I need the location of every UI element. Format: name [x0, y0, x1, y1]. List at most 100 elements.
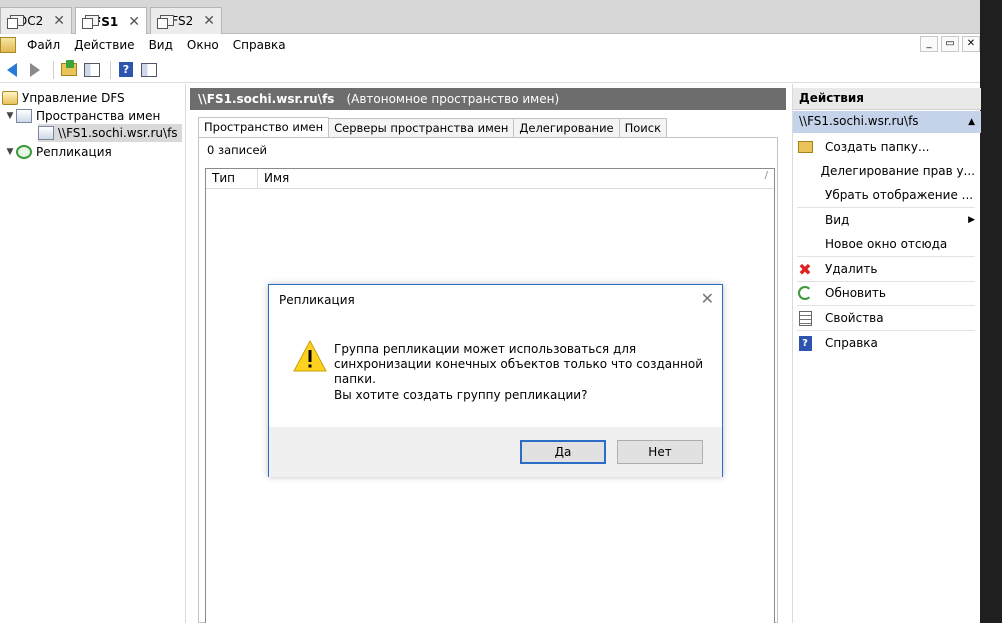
action-help[interactable]: ? Справка — [797, 332, 975, 354]
refresh-icon — [797, 285, 813, 301]
vm-tab-dc2[interactable]: DC2 ✕ — [0, 7, 72, 34]
details-tabs: Пространство имен Серверы пространства и… — [198, 117, 668, 139]
tab-delegation[interactable]: Делегирование — [513, 118, 620, 138]
action-delete[interactable]: ✖ Удалить — [797, 258, 975, 280]
action-hide-namespace[interactable]: Убрать отображение ... — [797, 184, 975, 206]
action-separator — [797, 330, 975, 331]
menu-view[interactable]: Вид — [142, 38, 180, 52]
minimize-button[interactable]: _ — [920, 36, 938, 52]
help-icon: ? — [797, 335, 813, 351]
action-separator — [797, 207, 975, 208]
action-label: Новое окно отсюда — [825, 237, 948, 251]
menu-file[interactable]: Файл — [20, 38, 67, 52]
forward-arrow-icon — [30, 62, 40, 77]
tree-node-replication[interactable]: ▼ Репликация — [4, 143, 112, 161]
column-type[interactable]: Тип — [206, 169, 258, 188]
vm-icon — [7, 14, 24, 29]
namespace-icon — [38, 126, 54, 140]
vm-tab-strip: DC2 ✕ FS1 ✕ FS2 ✕ — [0, 0, 1002, 35]
column-name[interactable]: Имя — [258, 169, 774, 188]
actions-section-label: \\FS1.sochi.wsr.ru\fs — [799, 114, 919, 128]
action-pane-icon — [141, 62, 157, 77]
tree-node-label: Репликация — [36, 145, 112, 159]
help-button[interactable]: ? — [116, 60, 136, 80]
action-label: Обновить — [825, 286, 886, 300]
tree-node-dfs-management[interactable]: Управление DFS — [2, 89, 125, 107]
tree-node-label: Пространства имен — [36, 109, 161, 123]
action-label: Убрать отображение ... — [825, 188, 974, 202]
namespaces-icon — [16, 109, 32, 123]
menu-action[interactable]: Действие — [67, 38, 141, 52]
window-controls: _ ▭ ✕ — [917, 36, 980, 52]
console-tree-icon — [84, 62, 100, 77]
tab-search[interactable]: Поиск — [618, 118, 668, 138]
replication-dialog: Репликация ✕ Группа репликации может исп… — [268, 284, 723, 477]
tree-node-namespaces[interactable]: ▼ Пространства имен — [4, 107, 160, 125]
dialog-title: Репликация — [279, 293, 355, 307]
vm-icon — [82, 15, 100, 29]
close-icon[interactable]: ✕ — [53, 13, 65, 29]
actions-section-header[interactable]: \\FS1.sochi.wsr.ru\fs ▲ — [793, 111, 981, 133]
tree-node-label: Управление DFS — [22, 91, 125, 105]
warning-icon — [293, 340, 327, 372]
vm-tab-label: FS2 — [171, 14, 194, 28]
action-label: Свойства — [825, 311, 884, 325]
submenu-arrow-icon: ▶ — [968, 215, 975, 225]
action-new-folder[interactable]: Создать папку... — [797, 136, 975, 158]
action-properties[interactable]: Свойства — [797, 307, 975, 329]
action-view[interactable]: Вид ▶ — [797, 209, 975, 231]
tree-node-namespace-fs[interactable]: \\FS1.sochi.wsr.ru\fs — [38, 124, 182, 142]
restore-button[interactable]: ▭ — [941, 36, 959, 52]
chevron-down-icon[interactable]: ▼ — [4, 111, 16, 121]
action-separator — [797, 256, 975, 257]
vm-icon — [157, 14, 175, 29]
yes-button[interactable]: Да — [520, 440, 606, 464]
action-delegate[interactable]: Делегирование прав у... — [797, 160, 975, 182]
tree-node-label: \\FS1.sochi.wsr.ru\fs — [58, 126, 178, 140]
tab-namespace[interactable]: Пространство имен — [198, 117, 330, 138]
console-tree: Управление DFS ▼ Пространства имен \\FS1… — [0, 84, 186, 623]
new-folder-icon — [797, 139, 813, 155]
vm-tab-fs2[interactable]: FS2 ✕ — [150, 7, 222, 34]
menu-help[interactable]: Справка — [226, 38, 293, 52]
vm-tab-fs1[interactable]: FS1 ✕ — [75, 7, 147, 35]
dialog-message: Группа репликации может использоваться д… — [334, 342, 703, 386]
action-label: Справка — [825, 336, 878, 350]
dialog-close-button[interactable]: ✕ — [701, 289, 714, 308]
close-button[interactable]: ✕ — [962, 36, 980, 52]
action-label: Создать папку... — [825, 140, 930, 154]
folder-up-icon — [61, 60, 77, 76]
menu-bar: Файл Действие Вид Окно Справка _ ▭ ✕ — [0, 34, 980, 56]
actions-pane: Действия \\FS1.sochi.wsr.ru\fs ▲ Создать… — [792, 84, 981, 623]
back-arrow-icon — [7, 62, 17, 77]
actions-title: Действия — [793, 88, 981, 110]
toolbar: ? — [0, 57, 980, 83]
close-icon[interactable]: ✕ — [203, 13, 215, 29]
action-label: Удалить — [825, 262, 878, 276]
action-label: Вид — [825, 213, 850, 227]
tab-namespace-servers[interactable]: Серверы пространства имен — [328, 118, 515, 138]
action-new-window[interactable]: Новое окно отсюда — [797, 233, 975, 255]
dialog-question: Вы хотите создать группу репликации? — [334, 388, 588, 402]
menu-window[interactable]: Окно — [180, 38, 226, 52]
forward-button[interactable] — [25, 60, 45, 80]
toolbar-separator — [110, 60, 111, 79]
replication-icon — [16, 145, 32, 159]
close-icon[interactable]: ✕ — [128, 14, 140, 30]
chevron-down-icon[interactable]: ▼ — [4, 147, 16, 157]
collapse-icon[interactable]: ▲ — [968, 114, 975, 130]
mmc-app-icon[interactable] — [0, 37, 16, 53]
action-refresh[interactable]: Обновить — [797, 282, 975, 304]
up-folder-button[interactable] — [59, 60, 79, 80]
dialog-footer: Да Нет — [269, 427, 722, 477]
dfs-management-icon — [2, 91, 18, 105]
record-count: 0 записей — [207, 143, 267, 157]
namespace-path: \\FS1.sochi.wsr.ru\fs — [198, 92, 335, 106]
show-tree-button[interactable] — [82, 60, 102, 80]
back-button[interactable] — [2, 60, 22, 80]
toolbar-separator — [53, 60, 54, 79]
details-header: \\FS1.sochi.wsr.ru\fs (Автономное простр… — [190, 88, 786, 110]
show-action-pane-button[interactable] — [139, 60, 159, 80]
action-separator — [797, 305, 975, 306]
no-button[interactable]: Нет — [617, 440, 703, 464]
